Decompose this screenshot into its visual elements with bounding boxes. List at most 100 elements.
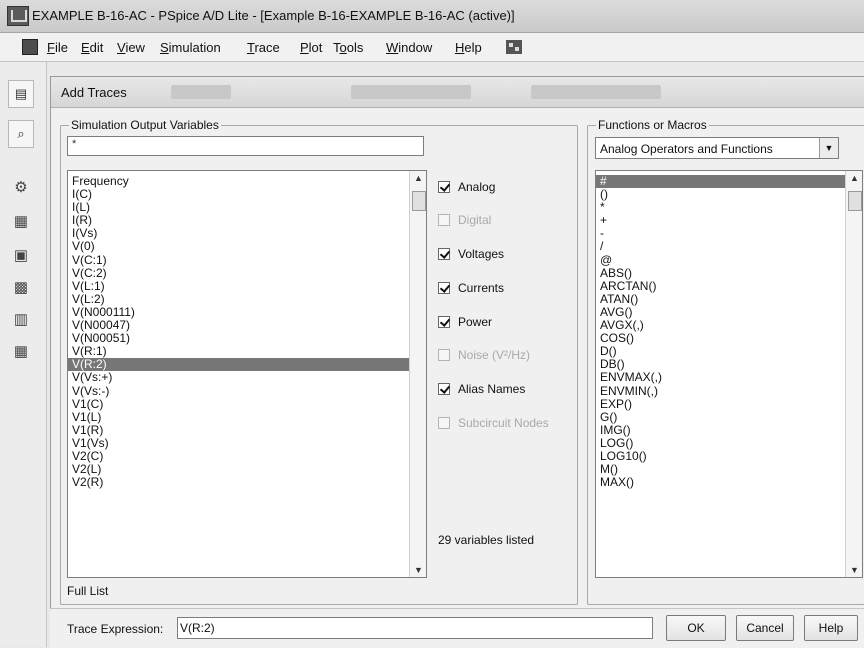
data-file-tool-icon[interactable]: ▦	[12, 212, 30, 230]
output-variables-label: Simulation Output Variables	[69, 118, 221, 132]
variable-list-item[interactable]: V(R:2)	[68, 358, 426, 372]
function-list-item[interactable]: M()	[596, 462, 862, 476]
function-list-item[interactable]: @	[596, 253, 862, 267]
ok-button[interactable]: OK	[666, 615, 726, 641]
mdi-window-icon[interactable]	[506, 40, 522, 54]
variable-list-item[interactable]: I(R)	[68, 214, 426, 227]
variable-list-item[interactable]: V(L:2)	[68, 292, 426, 306]
function-list-item[interactable]: LOG()	[596, 436, 862, 450]
functions-list[interactable]: #() * + - / @ ABS() ARCTAN() ATAN() AVG() AVGX(,) C…	[595, 170, 863, 578]
function-list-item[interactable]: -	[596, 227, 862, 240]
cancel-button[interactable]: Cancel	[736, 615, 794, 641]
option-checkbox: Subcircuit Nodes	[438, 414, 549, 432]
variable-list-item[interactable]: I(L)	[68, 201, 426, 214]
list-tool-icon[interactable]: ▥	[12, 310, 30, 328]
variable-list-item[interactable]: V(R:1)	[68, 345, 426, 358]
variable-list-item[interactable]: V(C:1)	[68, 253, 426, 267]
chevron-down-icon[interactable]: ▼	[819, 138, 838, 158]
option-checkbox[interactable]: Power	[438, 313, 492, 331]
checkbox-icon[interactable]	[438, 181, 450, 193]
checkbox-icon[interactable]	[438, 282, 450, 294]
help-button[interactable]: Help	[804, 615, 858, 641]
function-list-item[interactable]: LOG10()	[596, 449, 862, 463]
scroll-thumb[interactable]	[412, 191, 426, 211]
function-list-item[interactable]: *	[596, 201, 862, 214]
function-list-item[interactable]: #	[596, 174, 862, 189]
option-checkbox[interactable]: Alias Names	[438, 380, 525, 398]
function-list-item[interactable]: ARCTAN()	[596, 279, 862, 293]
output-file-tool-icon[interactable]: ▣	[12, 246, 30, 264]
settings-tool-icon[interactable]: ▩	[12, 278, 30, 296]
function-list-item[interactable]: AVGX(,)	[596, 318, 862, 332]
menu-item[interactable]: Window	[386, 40, 432, 55]
menu-item[interactable]: File	[47, 40, 68, 55]
function-list-item[interactable]: IMG()	[596, 423, 862, 437]
option-label: Currents	[458, 281, 505, 295]
function-list-item[interactable]: MAX()	[596, 476, 862, 489]
function-list-item[interactable]: G()	[596, 410, 862, 424]
function-list-item[interactable]: ENVMIN(,)	[596, 384, 862, 398]
variable-list-item[interactable]: V1(C)	[68, 397, 426, 411]
open-file-tool-icon[interactable]: ▤	[8, 80, 34, 108]
menu-item[interactable]: Help	[455, 40, 482, 55]
variable-list-item[interactable]: V(C:2)	[68, 266, 426, 280]
scroll-down-icon[interactable]: ▼	[850, 565, 859, 575]
variable-list-item[interactable]: V(Vs:-)	[68, 384, 426, 398]
grid-tool-icon[interactable]: ▦	[12, 342, 30, 360]
variable-list-item[interactable]: I(Vs)	[68, 227, 426, 240]
checkbox-icon[interactable]	[438, 383, 450, 395]
dialog-title-bar: Add Traces	[51, 77, 864, 108]
scroll-up-icon[interactable]: ▲	[414, 173, 423, 183]
scroll-up-icon[interactable]: ▲	[850, 173, 859, 183]
variable-list-item[interactable]: V(L:1)	[68, 279, 426, 293]
function-list-item[interactable]: ENVMAX(,)	[596, 371, 862, 384]
option-label: Alias Names	[458, 382, 526, 396]
function-list-item[interactable]: ATAN()	[596, 292, 862, 306]
trace-expression-input[interactable]: V(R:2)	[177, 617, 653, 639]
scroll-down-icon[interactable]: ▼	[414, 565, 423, 575]
variables-scrollbar[interactable]: ▲ ▼	[409, 171, 426, 577]
menu-item[interactable]: Simulation	[160, 40, 221, 55]
menu-item[interactable]: Plot	[300, 40, 322, 55]
variable-list-item[interactable]: V1(R)	[68, 423, 426, 437]
scroll-thumb[interactable]	[848, 191, 862, 211]
variable-list-item[interactable]: Frequency	[68, 174, 426, 188]
variable-list-item[interactable]: V(N00051)	[68, 332, 426, 345]
option-label: Power	[458, 315, 493, 329]
function-list-item[interactable]: EXP()	[596, 397, 862, 411]
menu-item[interactable]: Tools	[333, 40, 363, 55]
function-list-item[interactable]: D()	[596, 345, 862, 358]
document-icon[interactable]	[22, 39, 38, 55]
variable-list-item[interactable]: I(C)	[68, 187, 426, 201]
function-list-item[interactable]: COS()	[596, 332, 862, 345]
checkbox-icon[interactable]	[438, 248, 450, 260]
variable-list-item[interactable]: V(Vs:+)	[68, 371, 426, 384]
menu-item[interactable]: View	[117, 40, 145, 55]
function-list-item[interactable]: ()	[596, 187, 862, 201]
option-checkbox[interactable]: Currents	[438, 279, 504, 297]
function-category-select[interactable]: Analog Operators and Functions ▼	[595, 137, 839, 159]
option-checkbox[interactable]: Voltages	[438, 245, 504, 263]
functions-label: Functions or Macros	[596, 118, 709, 132]
functions-scrollbar[interactable]: ▲ ▼	[845, 171, 862, 577]
zoom-tool-icon[interactable]: ⌕	[8, 120, 34, 148]
run-tool-icon[interactable]: ⚙	[12, 178, 30, 196]
menu-item[interactable]: Trace	[247, 40, 280, 55]
checkbox-icon[interactable]	[438, 316, 450, 328]
option-label: Digital	[458, 213, 492, 227]
variable-list-item[interactable]: V2(C)	[68, 449, 426, 463]
pspice-app-icon[interactable]	[7, 6, 29, 26]
variables-list[interactable]: Frequency I(C) I(L) I(R) I(Vs) V(0) V(C:1) V(C:…	[67, 170, 427, 578]
variable-list-item[interactable]: V(0)	[68, 240, 426, 253]
variable-list-item[interactable]: V2(L)	[68, 462, 426, 476]
option-checkbox[interactable]: Analog	[438, 178, 495, 196]
option-label: Analog	[458, 180, 496, 194]
function-list-item[interactable]: +	[596, 214, 862, 227]
menu-item[interactable]: Edit	[81, 40, 103, 55]
variable-list-item[interactable]: V1(L)	[68, 410, 426, 424]
function-list-item[interactable]: /	[596, 240, 862, 253]
function-list-item[interactable]: ABS()	[596, 266, 862, 280]
variable-list-item[interactable]: V2(R)	[68, 476, 426, 489]
variable-filter-input[interactable]: *	[67, 136, 424, 156]
variable-list-item[interactable]: V1(Vs)	[68, 436, 426, 450]
